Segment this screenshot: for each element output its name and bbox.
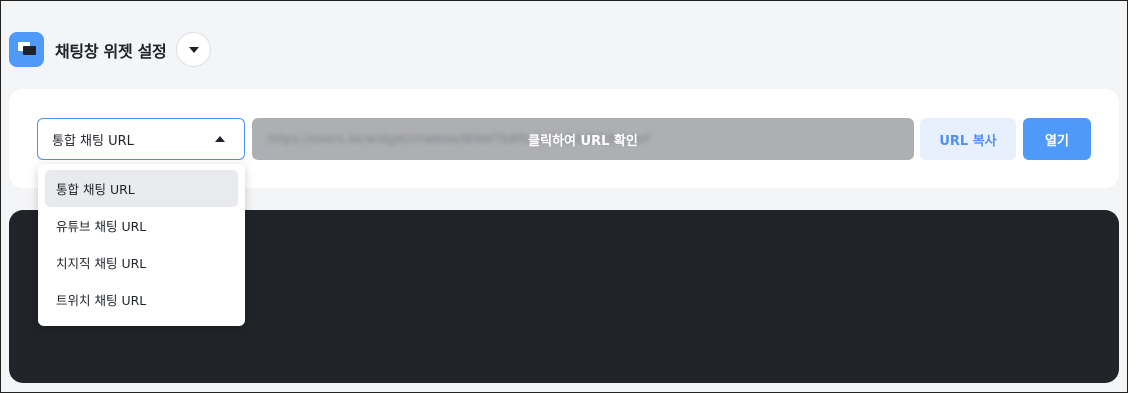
- caret-down-icon: [188, 46, 199, 53]
- select-value: 통합 채팅 URL: [52, 133, 134, 149]
- dropdown-option-twitch[interactable]: 트위치 채팅 URL: [45, 281, 238, 318]
- page-header: 채팅창 위젯 설정: [9, 32, 212, 67]
- url-type-dropdown: 통합 채팅 URL 유튜브 채팅 URL 치지직 채팅 URL 트위치 채팅 U…: [38, 164, 245, 326]
- page-title: 채팅창 위젯 설정: [55, 41, 167, 61]
- dropdown-option-youtube[interactable]: 유튜브 채팅 URL: [45, 207, 238, 244]
- url-reveal-label: 클릭하여 URL 확인: [528, 133, 638, 149]
- open-button[interactable]: 열기: [1023, 118, 1091, 160]
- caret-up-icon: [215, 136, 225, 142]
- header-toggle-button[interactable]: [176, 32, 212, 67]
- dropdown-option-chzzk[interactable]: 치지직 채팅 URL: [45, 244, 238, 281]
- dropdown-option-integrated[interactable]: 통합 채팅 URL: [45, 170, 238, 207]
- url-reveal-field[interactable]: https://overs.ak/widget/chatbox/8f4bf7b8…: [252, 118, 914, 160]
- chat-widget-icon: [9, 32, 44, 67]
- chat-url-type-select[interactable]: 통합 채팅 URL: [37, 118, 245, 160]
- copy-url-button[interactable]: URL 복사: [920, 118, 1016, 160]
